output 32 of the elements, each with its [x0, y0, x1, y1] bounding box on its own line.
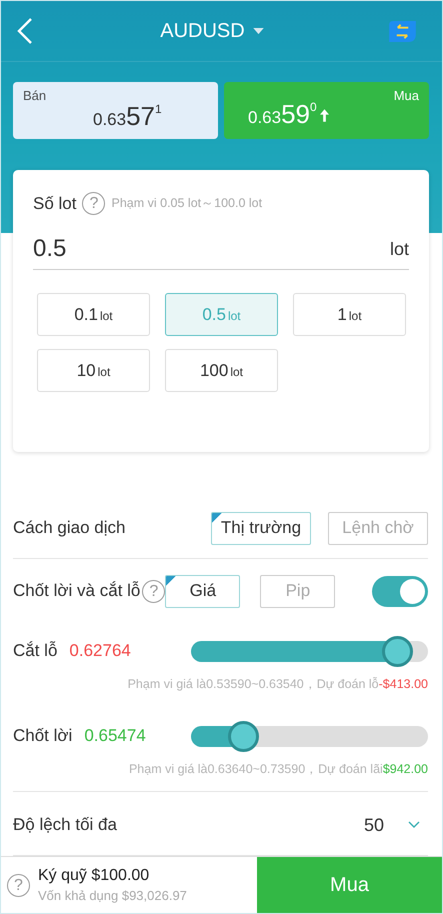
- price-value: 0.65474: [84, 726, 146, 746]
- price-value: 0.62764: [69, 641, 131, 661]
- lot-preset-button[interactable]: 0.1 lot: [37, 293, 150, 336]
- lot-label: Số lot: [33, 194, 76, 214]
- slider-thumb[interactable]: [228, 720, 260, 752]
- arrow-up-icon: [320, 109, 329, 122]
- order-type-button[interactable]: Thị trường: [211, 512, 311, 544]
- back-icon[interactable]: [15, 17, 35, 45]
- slippage-value[interactable]: 50: [364, 814, 384, 836]
- available-funds-text: Vốn khả dụng $93,026.97: [38, 888, 187, 903]
- lot-input-field[interactable]: 0.5 lot: [33, 235, 409, 270]
- mode-button[interactable]: Giá: [165, 574, 240, 608]
- slider[interactable]: [191, 720, 428, 752]
- row-label: Chốt lời: [13, 726, 72, 746]
- lot-preset-button[interactable]: 1 lot: [293, 293, 406, 336]
- row-label: Cách giao dịch: [13, 518, 126, 538]
- range-hint: Phạm vi giá là0.63640~0.73590，Dự đoán lãi$942.00: [13, 761, 428, 792]
- lot-preset-button[interactable]: 100 lot: [165, 349, 278, 392]
- slider-thumb[interactable]: [382, 636, 414, 666]
- row-label: Độ lệch tối đa: [13, 815, 117, 835]
- toggle-switch[interactable]: [372, 576, 428, 606]
- lot-preset-button[interactable]: 10 lot: [37, 349, 150, 392]
- sell-price-button[interactable]: Bán 0.6357$^{1}$: [13, 82, 218, 139]
- margin-text: Ký quỹ $100.00: [38, 867, 150, 885]
- slider[interactable]: [191, 636, 428, 666]
- row-label: Chốt lời và cắt lỗ: [13, 581, 140, 601]
- swap-icon[interactable]: [389, 20, 416, 42]
- range-hint: Phạm vi 0.05 lot～100.0 lot: [111, 195, 262, 212]
- range-hint: Phạm vi giá là0.53590~0.63540，Dự đoán lỗ-$413.00: [126, 676, 428, 693]
- chevron-down-icon[interactable]: [408, 821, 420, 829]
- caret-icon[interactable]: [252, 28, 264, 34]
- row-label: Cắt lỗ: [13, 641, 58, 661]
